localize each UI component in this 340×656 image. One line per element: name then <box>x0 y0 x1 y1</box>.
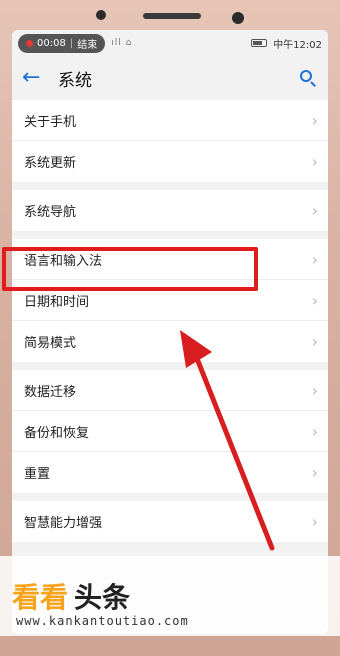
watermark-logo: 看看 头条 <box>12 581 131 614</box>
phone-device: 00:08 | 结束 ıll ⌂ 中午12:02 ← 系统 关于手机 › 系统更新 ›… <box>0 0 340 656</box>
phone-bottom-bezel <box>0 636 340 656</box>
watermark-url: www.kankantoutiao.com <box>16 614 189 628</box>
